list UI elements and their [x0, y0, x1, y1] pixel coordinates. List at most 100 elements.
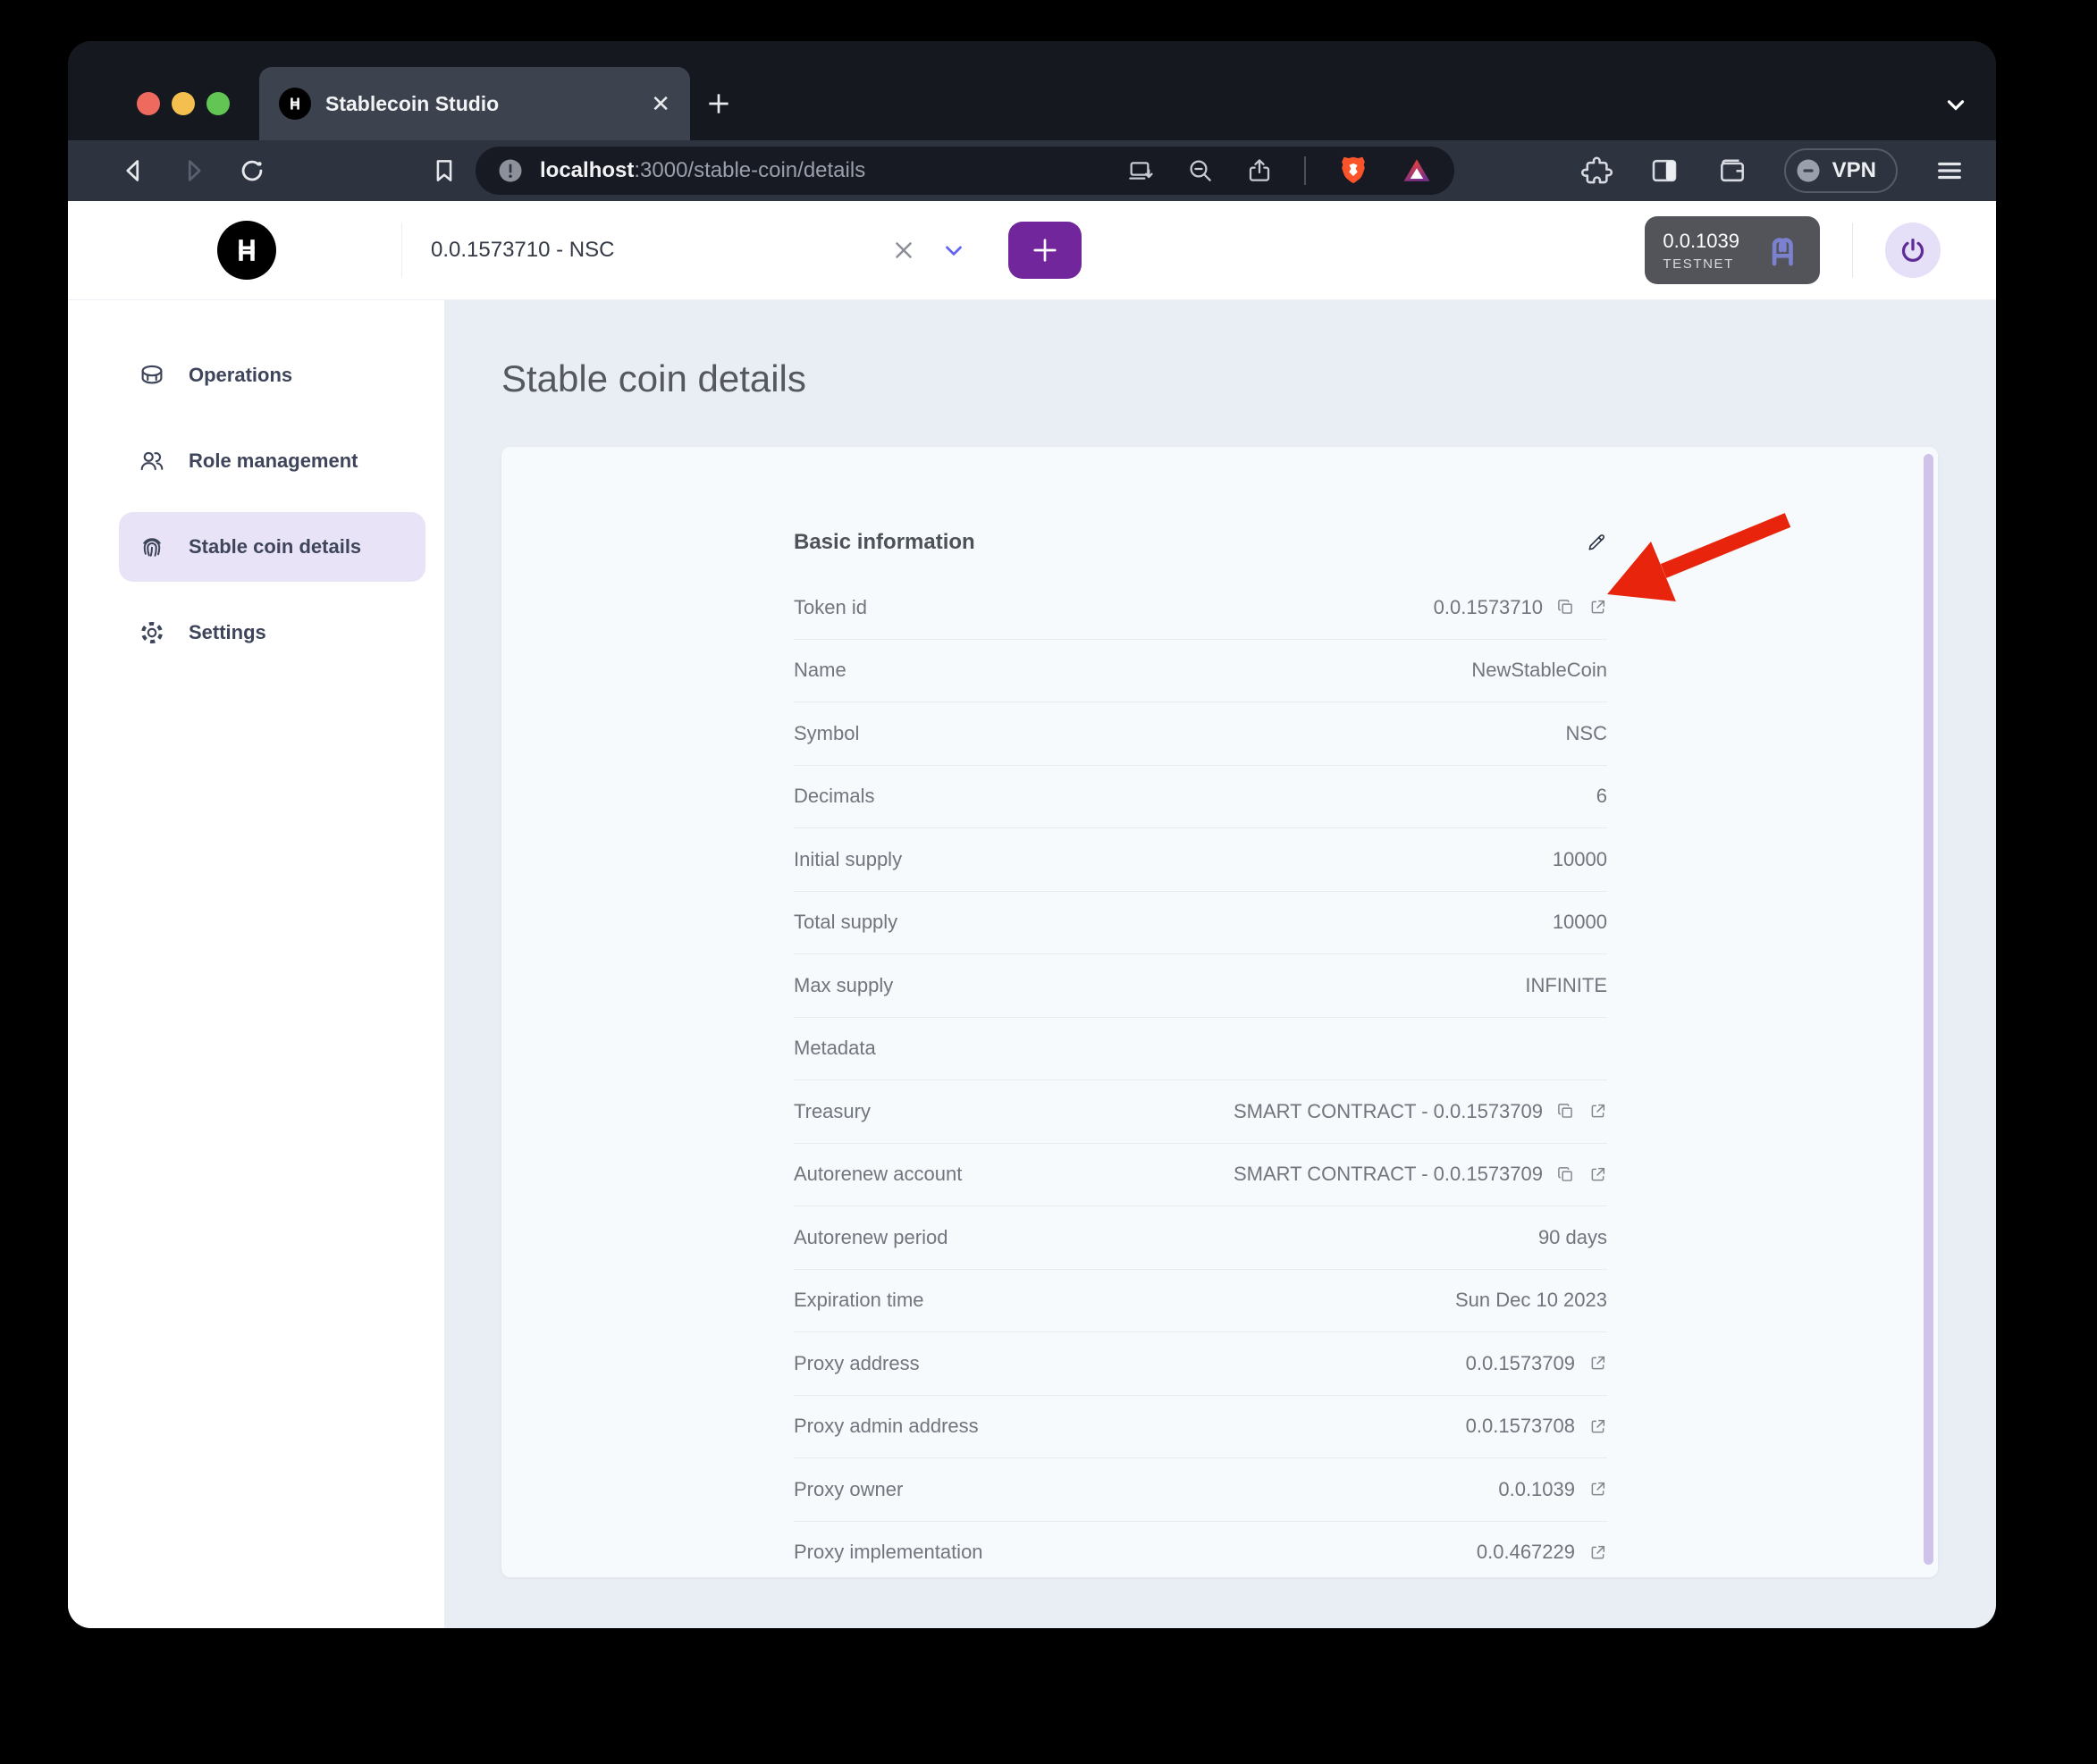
external-link-icon[interactable]	[1588, 1102, 1607, 1121]
sidebar-item-stable-coin-details[interactable]: Stable coin details	[119, 512, 425, 582]
sidebar-item-label: Role management	[189, 449, 358, 473]
detail-row: Autorenew period 90 days	[794, 1206, 1607, 1270]
detail-value: 10000	[1553, 848, 1607, 871]
minimize-window-button[interactable]	[172, 92, 195, 115]
detail-row: Proxy address 0.0.1573709	[794, 1332, 1607, 1396]
app-content: 0.0.1573710 - NSC 0.0.1039 TESTNET	[68, 201, 1996, 1628]
detail-value: 0.0.1573709	[1466, 1352, 1575, 1375]
header-divider-2	[1852, 223, 1853, 278]
add-stablecoin-button[interactable]	[1008, 222, 1082, 279]
sidebar-item-operations[interactable]: Operations	[119, 340, 425, 410]
detail-label: Proxy owner	[794, 1478, 903, 1501]
detail-row: Treasury SMART CONTRACT - 0.0.1573709	[794, 1080, 1607, 1144]
close-window-button[interactable]	[137, 92, 160, 115]
back-icon[interactable]	[118, 155, 150, 187]
external-link-icon[interactable]	[1588, 1417, 1607, 1436]
sidebar-item-settings[interactable]: Settings	[119, 598, 425, 668]
tab-title: Stablecoin Studio	[325, 92, 499, 116]
detail-row: Metadata	[794, 1018, 1607, 1081]
token-select[interactable]: 0.0.1573710 - NSC	[431, 237, 967, 264]
copy-icon[interactable]	[1556, 1102, 1575, 1121]
reload-icon[interactable]	[236, 155, 268, 187]
external-link-icon[interactable]	[1588, 1543, 1607, 1562]
external-link-icon[interactable]	[1588, 598, 1607, 617]
wallet-icon[interactable]	[1716, 155, 1748, 187]
site-info-icon[interactable]	[497, 157, 524, 184]
gear-icon	[139, 619, 165, 646]
sidebar-item-label: Operations	[189, 364, 292, 387]
sidebar-item-label: Settings	[189, 621, 266, 644]
external-link-icon[interactable]	[1588, 1165, 1607, 1184]
external-link-icon[interactable]	[1588, 1354, 1607, 1373]
copy-icon[interactable]	[1556, 1165, 1575, 1184]
url-text: localhost:3000/stable-coin/details	[540, 158, 865, 183]
detail-label: Name	[794, 659, 846, 682]
detail-row: Decimals 6	[794, 766, 1607, 829]
detail-label: Autorenew account	[794, 1163, 962, 1186]
url-bar[interactable]: localhost:3000/stable-coin/details	[476, 147, 1454, 195]
coin-icon	[139, 362, 165, 389]
urlbar-divider	[1304, 156, 1306, 185]
external-link-icon[interactable]	[1588, 1480, 1607, 1499]
menu-hamburger-icon[interactable]	[1933, 155, 1966, 187]
detail-row: Initial supply 10000	[794, 828, 1607, 892]
basic-information-card: Basic information Token id 0.0.1573710 N…	[501, 447, 1938, 1577]
sidebar: Operations Role management Stable coin d…	[68, 300, 445, 1628]
browser-tab[interactable]: Stablecoin Studio ✕	[259, 67, 690, 140]
bookmark-icon[interactable]	[429, 155, 459, 186]
extensions-icon[interactable]	[1580, 155, 1613, 187]
annotation-arrow	[1592, 496, 1806, 612]
tab-bar: Stablecoin Studio ✕	[68, 41, 1996, 140]
detail-value: 6	[1596, 785, 1607, 808]
detail-label: Treasury	[794, 1100, 871, 1123]
detail-value: 90 days	[1538, 1226, 1607, 1249]
detail-label: Total supply	[794, 911, 897, 934]
detail-row: Symbol NSC	[794, 702, 1607, 766]
detail-row: Token id 0.0.1573710	[794, 576, 1607, 640]
tab-close-icon[interactable]: ✕	[651, 92, 670, 115]
users-icon	[139, 448, 165, 475]
copy-icon[interactable]	[1556, 598, 1575, 617]
hashpack-wallet-icon	[1763, 231, 1802, 270]
main-panel: Stable coin details Basic information To…	[445, 300, 1996, 1628]
detail-label: Initial supply	[794, 848, 902, 871]
zoom-out-icon[interactable]	[1186, 156, 1215, 185]
hedera-favicon-icon	[279, 88, 311, 120]
detail-label: Decimals	[794, 785, 874, 808]
sidebar-item-role-management[interactable]: Role management	[119, 426, 425, 496]
card-scrollbar[interactable]	[1924, 454, 1933, 1565]
share-icon[interactable]	[1245, 156, 1274, 185]
disconnect-power-button[interactable]	[1885, 223, 1941, 278]
send-to-device-icon[interactable]	[1127, 156, 1156, 185]
sidebar-panel-icon[interactable]	[1648, 155, 1680, 187]
network-badge: TESTNET	[1663, 256, 1734, 272]
browser-window: Stablecoin Studio ✕ localhost:3000/stabl…	[68, 41, 1996, 1628]
detail-row: Proxy implementation 0.0.467229	[794, 1522, 1607, 1578]
forward-icon[interactable]	[177, 155, 209, 187]
brave-rewards-bat-icon[interactable]	[1401, 155, 1433, 187]
detail-row: Name NewStableCoin	[794, 640, 1607, 703]
select-chevron-down-icon[interactable]	[940, 237, 967, 264]
clear-selection-icon[interactable]	[890, 237, 917, 264]
detail-row: Proxy owner 0.0.1039	[794, 1458, 1607, 1522]
detail-value: 0.0.1573710	[1434, 596, 1543, 619]
brave-shields-icon[interactable]	[1336, 154, 1370, 188]
account-pill[interactable]: 0.0.1039 TESTNET	[1645, 216, 1820, 284]
fingerprint-icon	[139, 533, 165, 560]
app-header: 0.0.1573710 - NSC 0.0.1039 TESTNET	[68, 201, 1996, 300]
detail-rows: Token id 0.0.1573710 Name NewStableCoin …	[794, 576, 1607, 1577]
detail-label: Proxy address	[794, 1352, 920, 1375]
edit-pencil-icon[interactable]	[1586, 532, 1607, 553]
vpn-button[interactable]: VPN	[1784, 148, 1898, 193]
detail-value: 10000	[1553, 911, 1607, 934]
token-select-value: 0.0.1573710 - NSC	[431, 238, 614, 263]
detail-value: 0.0.1039	[1498, 1478, 1575, 1501]
page-title: Stable coin details	[501, 357, 1938, 400]
tab-search-chevron-icon[interactable]	[1942, 91, 1969, 118]
detail-value: NSC	[1566, 722, 1607, 745]
new-tab-button[interactable]	[704, 89, 733, 118]
detail-label: Expiration time	[794, 1289, 924, 1312]
detail-label: Token id	[794, 596, 867, 619]
card-header: Basic information	[794, 530, 975, 555]
zoom-window-button[interactable]	[206, 92, 230, 115]
